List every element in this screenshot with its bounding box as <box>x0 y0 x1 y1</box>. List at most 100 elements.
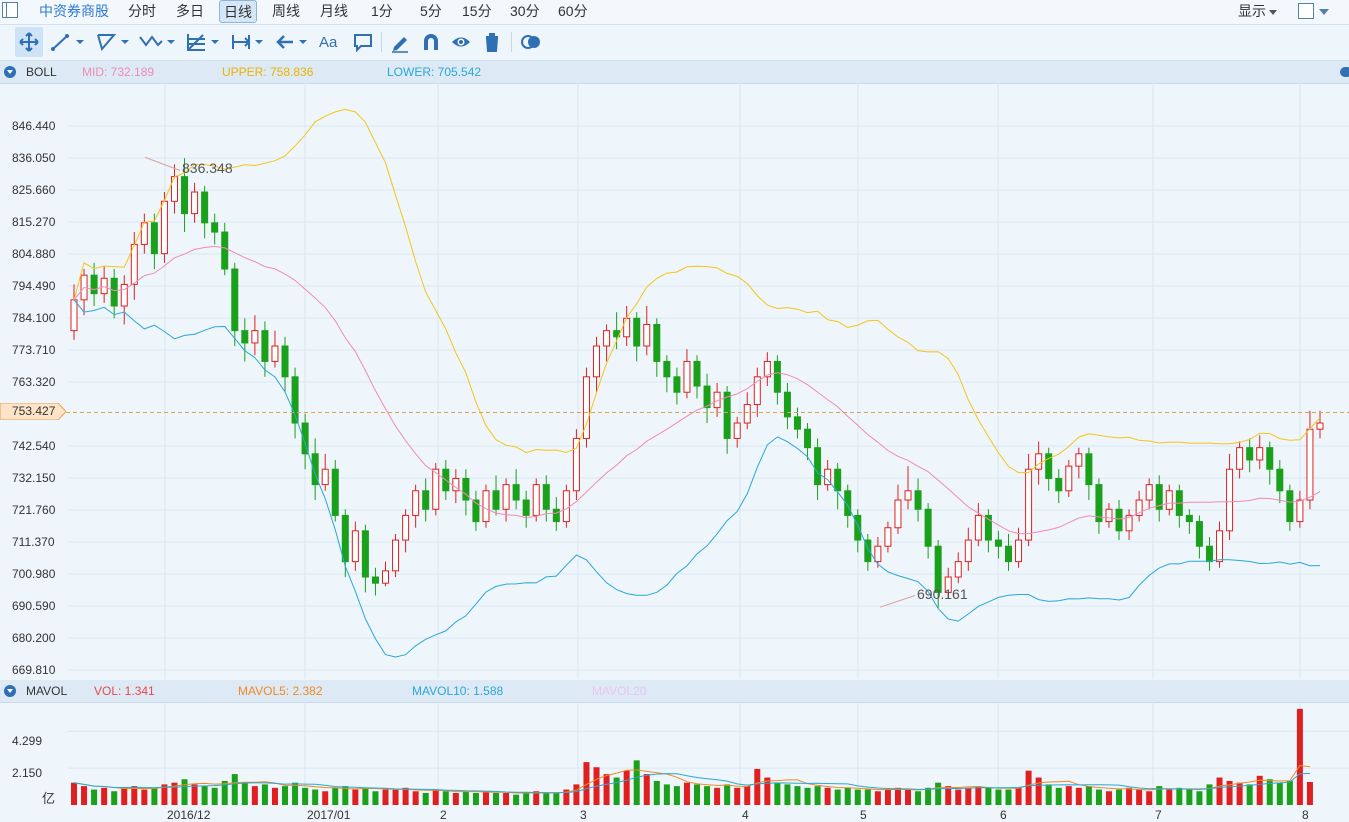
display-dropdown[interactable]: 显示 <box>1238 0 1277 22</box>
boll-upper-line <box>73 108 1321 474</box>
candle-body <box>562 490 570 523</box>
polyline-tool-icon[interactable] <box>94 27 132 57</box>
boll-upper-value: UPPER: 758.836 <box>222 65 314 79</box>
candle-body <box>834 468 842 492</box>
line-tool-icon[interactable] <box>50 27 86 57</box>
pen-icon[interactable] <box>389 27 411 57</box>
high-price-annotation: 836.348 <box>182 160 233 176</box>
collapse-icon[interactable] <box>4 66 16 78</box>
low-price-annotation: 690.161 <box>917 586 968 602</box>
volume-bar <box>482 791 489 805</box>
stock-name-link[interactable]: 中资券商股 <box>39 0 109 23</box>
tab-intraday[interactable]: 分时 <box>128 0 156 23</box>
tab-5min[interactable]: 5分 <box>420 0 442 23</box>
eye-icon[interactable] <box>450 27 472 57</box>
candle-body <box>522 499 530 516</box>
candle-body <box>1065 465 1073 492</box>
volume-bar <box>442 791 449 805</box>
window-layout-icon[interactable] <box>1298 3 1314 19</box>
volume-bar <box>181 779 188 805</box>
candle-body <box>1075 453 1083 467</box>
text-tool-icon[interactable]: Aa <box>319 27 343 57</box>
fib-tool-icon[interactable] <box>185 27 223 57</box>
candle-body <box>1055 477 1063 492</box>
tab-multi-day[interactable]: 多日 <box>176 0 204 23</box>
chevron-down-icon <box>1269 9 1277 15</box>
volume-bar <box>955 789 962 805</box>
candle-body <box>773 360 781 393</box>
tab-weekly[interactable]: 周线 <box>272 0 300 23</box>
boll-indicator-name[interactable]: BOLL <box>26 61 57 83</box>
volume-bar <box>925 787 932 805</box>
candle-body <box>422 490 430 510</box>
candle-body <box>1015 539 1023 563</box>
volume-bar <box>704 786 711 805</box>
trash-icon[interactable] <box>481 27 503 57</box>
candle-body <box>371 576 379 584</box>
volume-bar <box>744 786 751 805</box>
move-icon[interactable] <box>15 27 43 57</box>
magnet-icon[interactable] <box>420 27 442 57</box>
arrow-tool-icon[interactable] <box>275 27 313 57</box>
candle-body <box>221 231 229 270</box>
settings-icon[interactable] <box>1340 67 1349 77</box>
wave-tool-icon[interactable] <box>138 27 178 57</box>
volume-bar <box>1015 787 1022 805</box>
candle-body <box>90 274 98 295</box>
candle-body <box>633 317 641 347</box>
tab-daily[interactable]: 日线 <box>219 0 257 23</box>
volume-bar <box>472 792 479 805</box>
candle-body <box>392 539 400 572</box>
volume-bar <box>332 787 339 805</box>
tab-60min[interactable]: 60分 <box>558 0 588 23</box>
volume-bar <box>412 791 419 805</box>
volume-bar <box>1126 787 1133 805</box>
volume-bar <box>1105 791 1112 805</box>
price-axis-label: 784.100 <box>12 311 56 325</box>
volume-bar <box>1146 791 1153 805</box>
tab-15min[interactable]: 15分 <box>462 0 492 23</box>
tab-1min[interactable]: 1分 <box>371 0 393 23</box>
volume-bar <box>462 791 469 805</box>
date-axis-label: 2017/01 <box>307 808 351 822</box>
comment-tool-icon[interactable] <box>352 27 374 57</box>
candle-body <box>954 561 962 578</box>
mavol5-line <box>73 764 1311 794</box>
tab-30min[interactable]: 30分 <box>510 0 540 23</box>
volume-bar <box>432 789 439 805</box>
price-axis-label: 700.980 <box>12 567 56 581</box>
candle-body <box>1035 453 1043 470</box>
compare-icon[interactable] <box>519 27 543 57</box>
volume-bar <box>1296 708 1303 805</box>
candle-body <box>160 200 168 255</box>
volume-bar <box>111 791 118 805</box>
candle-body <box>70 299 78 332</box>
candle-body <box>1266 447 1274 470</box>
candle-body <box>542 484 550 510</box>
volume-bar <box>1005 789 1012 805</box>
candle-body <box>1216 530 1224 563</box>
volume-bar <box>513 794 520 805</box>
date-axis-label: 7 <box>1155 808 1162 822</box>
chevron-down-icon[interactable] <box>1319 9 1329 15</box>
sidebar-toggle-icon[interactable] <box>2 2 18 18</box>
candle-body <box>884 527 892 547</box>
candle-body <box>804 428 812 449</box>
tab-monthly[interactable]: 月线 <box>320 0 348 23</box>
collapse-icon[interactable] <box>4 685 16 697</box>
volume-bar <box>694 784 700 805</box>
volume-bar <box>573 784 580 805</box>
range-tool-icon[interactable] <box>230 27 268 57</box>
candle-body <box>341 514 349 563</box>
toolbar-divider <box>381 32 382 52</box>
date-axis-label: 2016/12 <box>167 808 211 822</box>
volume-chart[interactable] <box>0 702 1349 808</box>
volume-bar <box>1286 780 1293 805</box>
price-axis-label: 711.370 <box>12 535 55 549</box>
volume-bar <box>1186 789 1193 805</box>
date-axis-label: 8 <box>1302 808 1309 822</box>
candle-body <box>1145 484 1153 501</box>
candle-body <box>331 468 339 516</box>
price-axis-label: 680.200 <box>12 631 56 645</box>
mavol-indicator-name[interactable]: MAVOL <box>26 680 67 702</box>
